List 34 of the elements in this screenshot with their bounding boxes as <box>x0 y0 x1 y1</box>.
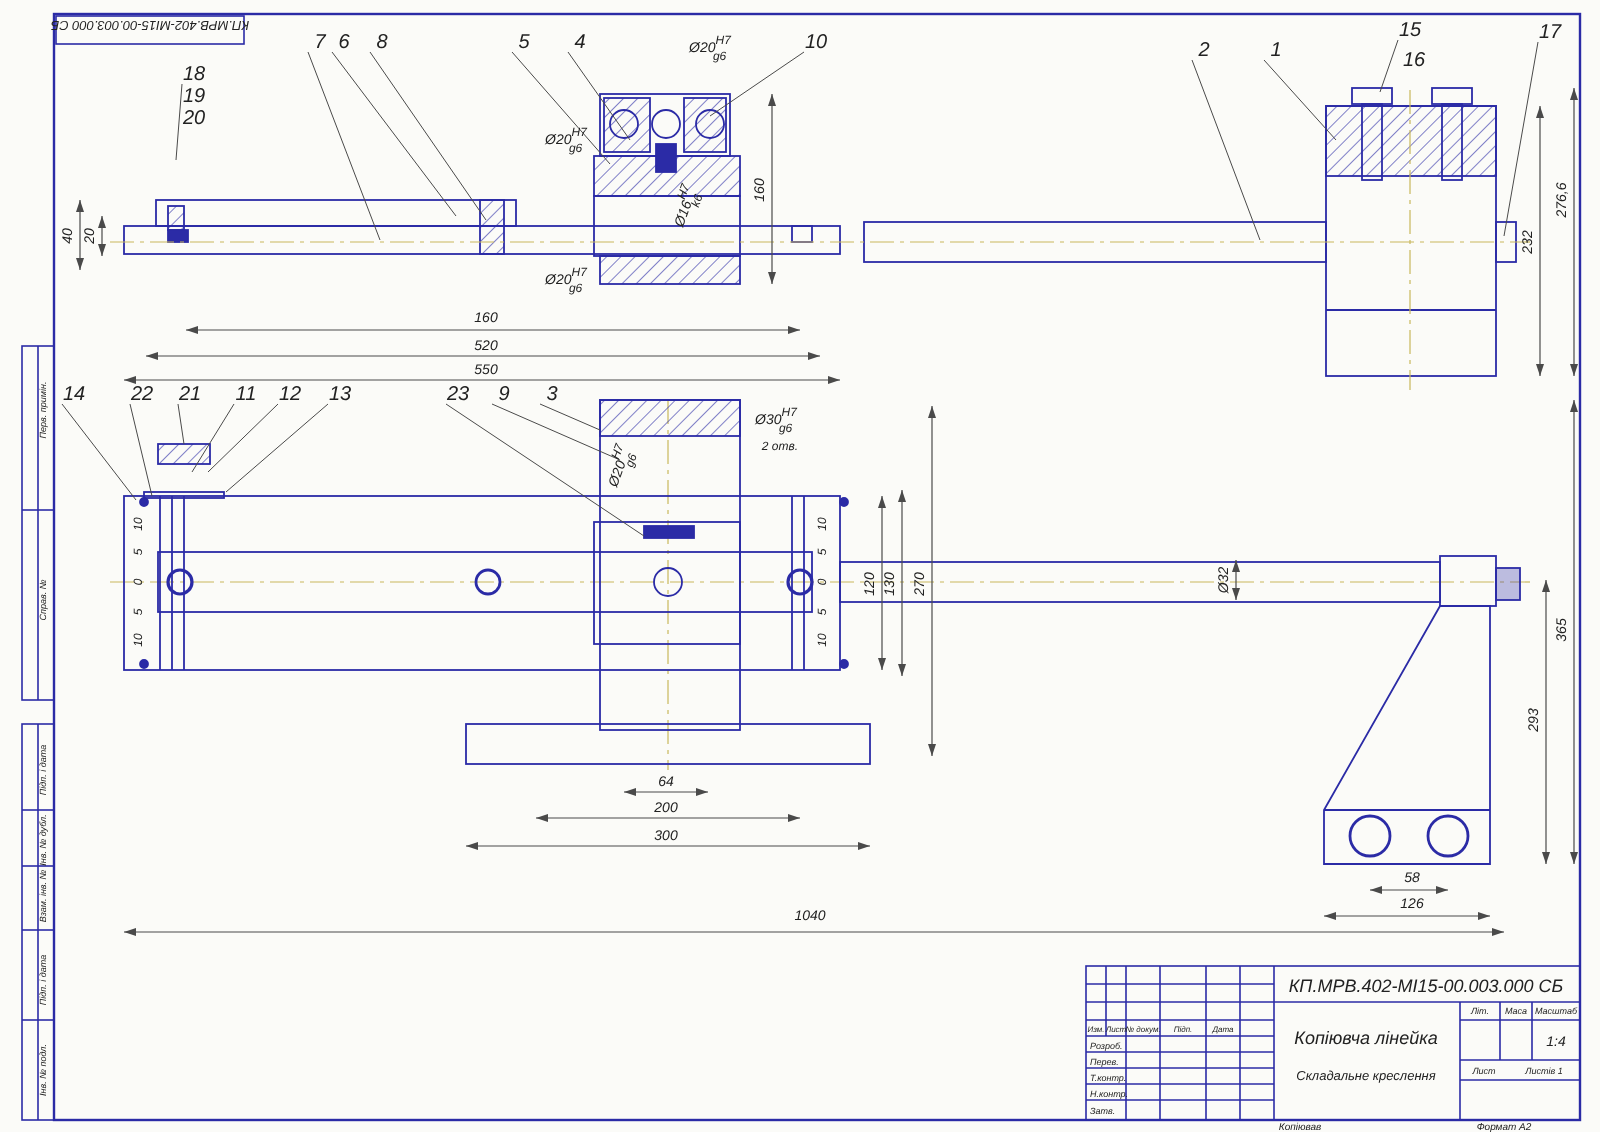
leader-line <box>709 51 805 117</box>
callout-number: 7 <box>314 32 326 54</box>
callout-number: 19 <box>182 86 206 108</box>
callout-number: 14 <box>62 384 86 406</box>
callout-number: 13 <box>328 384 352 406</box>
callout-number: 11 <box>235 384 257 406</box>
callout-number: 15 <box>1398 20 1422 42</box>
leader-line <box>175 83 183 161</box>
callout-number: 6 <box>338 32 350 54</box>
callout-number: 4 <box>574 32 586 54</box>
callout-number: 18 <box>182 64 206 86</box>
callout-number: 5 <box>518 32 530 54</box>
dimension-line <box>623 788 709 796</box>
callout-number: 17 <box>1538 22 1562 44</box>
callout-number: 9 <box>498 384 510 406</box>
document-code: КП.МРВ.402-МІ15-00.003.000 СБ <box>1288 976 1564 996</box>
dimension-line <box>98 215 106 257</box>
callout-number: 10 <box>804 32 828 54</box>
drawing-title: Копіювча лінейка <box>1294 1028 1438 1048</box>
leader-line <box>177 403 185 445</box>
leader-line <box>1379 39 1399 93</box>
callout-number: 21 <box>178 384 202 406</box>
callout-number: 1 <box>1270 40 1282 62</box>
dimension-line <box>1369 886 1449 894</box>
callout-number: 22 <box>130 384 154 406</box>
dimension-line <box>76 199 84 271</box>
callout-number: 2 <box>1198 40 1210 62</box>
callout-number: 20 <box>182 108 206 130</box>
callout-number: 16 <box>1402 50 1426 72</box>
callout-number: 8 <box>376 32 388 54</box>
callout-number: 3 <box>546 384 558 406</box>
callout-number: 23 <box>446 384 470 406</box>
dimension-line <box>1232 559 1240 601</box>
callout-number: 12 <box>278 384 302 406</box>
